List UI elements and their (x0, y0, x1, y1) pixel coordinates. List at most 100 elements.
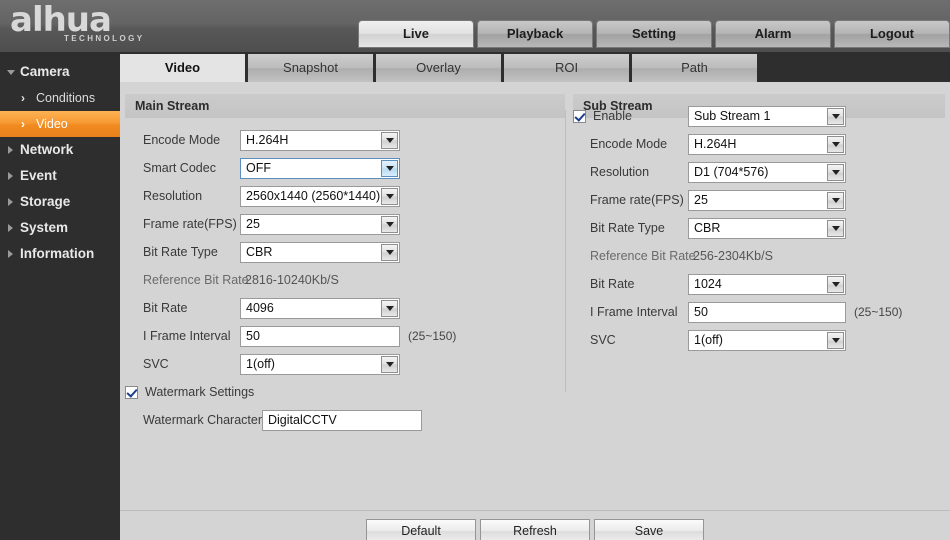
triangle-right-icon (8, 250, 13, 258)
topnav-item-setting[interactable]: Setting (596, 20, 712, 48)
tab-video[interactable]: Video (120, 54, 245, 82)
sidebar-item-conditions[interactable]: › Conditions (0, 85, 120, 111)
sidebar-item-system[interactable]: System (0, 215, 120, 241)
sub-bit-rate-select[interactable]: 1024 (688, 273, 846, 295)
main-resolution-value: 2560x1440 (2560*1440) (246, 189, 381, 203)
main-bit-rate-type-select[interactable]: CBR (240, 241, 400, 263)
chevron-down-icon[interactable] (381, 243, 398, 261)
sub-encode-mode-label: Encode Mode (590, 137, 668, 151)
tab-snapshot[interactable]: Snapshot (248, 54, 373, 82)
main-bit-rate-select[interactable]: 4096 (240, 297, 400, 319)
main-stream-form: Encode Mode H.264H Smart Codec OFF Resol… (120, 126, 570, 434)
chevron-down-icon[interactable] (381, 159, 398, 177)
sub-stream-select[interactable]: Sub Stream 1 (688, 105, 846, 127)
chevron-down-icon[interactable] (827, 135, 844, 153)
tab-bar: Video Snapshot Overlay ROI Path (120, 52, 950, 82)
main-encode-mode-select[interactable]: H.264H (240, 129, 400, 151)
main-resolution-label: Resolution (143, 189, 203, 203)
default-button[interactable]: Default (366, 519, 476, 540)
row-sub-enable: Enable Sub Stream 1 (568, 102, 948, 130)
sub-stream-value: Sub Stream 1 (694, 109, 771, 123)
main-smart-codec-label: Smart Codec (143, 161, 216, 175)
save-button[interactable]: Save (594, 519, 704, 540)
main-bit-rate-type-value: CBR (246, 245, 273, 259)
chevron-down-icon[interactable] (381, 355, 398, 373)
main-bit-rate-type-label: Bit Rate Type (143, 245, 218, 259)
main-svc-select[interactable]: 1(off) (240, 353, 400, 375)
sidebar-item-video[interactable]: › Video (0, 111, 120, 137)
sidebar-item-camera-label: Camera (20, 64, 70, 79)
main-smart-codec-value: OFF (246, 161, 271, 175)
sub-frame-rate-value: 25 (694, 193, 708, 207)
chevron-down-icon[interactable] (827, 163, 844, 181)
sub-i-frame-interval-input[interactable]: 50 (688, 301, 846, 323)
chevron-down-icon[interactable] (827, 191, 844, 209)
triangle-down-icon (7, 70, 15, 75)
row-main-frame-rate: Frame rate(FPS) 25 (120, 210, 570, 238)
row-sub-bit-rate: Bit Rate 1024 (568, 270, 948, 298)
main-stream-header: Main Stream (125, 94, 565, 118)
chevron-down-icon[interactable] (827, 219, 844, 237)
sub-resolution-select[interactable]: D1 (704*576) (688, 161, 846, 183)
row-main-svc: SVC 1(off) (120, 350, 570, 378)
row-main-bit-rate: Bit Rate 4096 (120, 294, 570, 322)
watermark-character-value: DigitalCCTV (268, 413, 337, 427)
sub-stream-enable-checkbox[interactable] (573, 109, 586, 123)
main-i-frame-interval-value: 50 (246, 329, 260, 343)
row-sub-bit-rate-type: Bit Rate Type CBR (568, 214, 948, 242)
refresh-button[interactable]: Refresh (480, 519, 590, 540)
sidebar-item-information[interactable]: Information (0, 241, 120, 267)
tab-roi[interactable]: ROI (504, 54, 629, 82)
sub-reference-bit-rate-label: Reference Bit Rate (590, 249, 696, 263)
tab-path[interactable]: Path (632, 54, 757, 82)
tab-overlay[interactable]: Overlay (376, 54, 501, 82)
watermark-character-input[interactable]: DigitalCCTV (262, 409, 422, 431)
sidebar-item-camera[interactable]: Camera (0, 59, 120, 85)
sidebar-item-storage[interactable]: Storage (0, 189, 120, 215)
body-wrapper: Camera › Conditions › Video Network Even… (0, 52, 950, 540)
topnav-item-playback[interactable]: Playback (477, 20, 593, 48)
chevron-down-icon[interactable] (827, 331, 844, 349)
chevron-down-icon[interactable] (827, 275, 844, 293)
chevron-down-icon[interactable] (381, 131, 398, 149)
sidebar-item-information-label: Information (20, 246, 95, 261)
main-frame-rate-select[interactable]: 25 (240, 213, 400, 235)
main-i-frame-interval-input[interactable]: 50 (240, 325, 400, 347)
sub-bit-rate-type-select[interactable]: CBR (688, 217, 846, 239)
watermark-settings-checkbox[interactable] (125, 385, 138, 399)
main-svc-label: SVC (143, 357, 169, 371)
sub-enable-label: Enable (593, 109, 632, 123)
sub-reference-bit-rate-value: 256-2304Kb/S (693, 249, 773, 263)
chevron-down-icon[interactable] (381, 299, 398, 317)
action-button-bar: Default Refresh Save (120, 519, 950, 540)
content-area: Video Snapshot Overlay ROI Path Main Str… (120, 52, 950, 540)
main-bit-rate-label: Bit Rate (143, 301, 188, 315)
chevron-down-icon[interactable] (827, 107, 844, 125)
main-smart-codec-select[interactable]: OFF (240, 157, 400, 179)
topnav-item-logout[interactable]: Logout (834, 20, 950, 48)
row-main-smart-codec: Smart Codec OFF (120, 154, 570, 182)
sub-i-frame-interval-label: I Frame Interval (590, 305, 678, 319)
triangle-right-icon (8, 172, 13, 180)
row-sub-encode-mode: Encode Mode H.264H (568, 130, 948, 158)
sub-encode-mode-select[interactable]: H.264H (688, 133, 846, 155)
main-resolution-select[interactable]: 2560x1440 (2560*1440) (240, 185, 400, 207)
main-frame-rate-label: Frame rate(FPS) (143, 217, 237, 231)
chevron-down-icon[interactable] (381, 215, 398, 233)
watermark-settings-label: Watermark Settings (145, 385, 255, 399)
row-sub-svc: SVC 1(off) (568, 326, 948, 354)
sidebar-item-network[interactable]: Network (0, 137, 120, 163)
sub-svc-select[interactable]: 1(off) (688, 329, 846, 351)
sidebar-item-event[interactable]: Event (0, 163, 120, 189)
sidebar: Camera › Conditions › Video Network Even… (0, 52, 120, 540)
topnav-item-live[interactable]: Live (358, 20, 474, 48)
row-main-reference-bit-rate: Reference Bit Rate 2816-10240Kb/S (120, 266, 570, 294)
row-sub-i-frame-interval: I Frame Interval 50 (25~150) (568, 298, 948, 326)
chevron-down-icon[interactable] (381, 187, 398, 205)
sub-encode-mode-value: H.264H (694, 137, 737, 151)
topnav-item-alarm[interactable]: Alarm (715, 20, 831, 48)
sub-bit-rate-value: 1024 (694, 277, 722, 291)
sidebar-item-conditions-label: Conditions (36, 91, 96, 105)
sub-svc-label: SVC (590, 333, 616, 347)
sub-frame-rate-select[interactable]: 25 (688, 189, 846, 211)
